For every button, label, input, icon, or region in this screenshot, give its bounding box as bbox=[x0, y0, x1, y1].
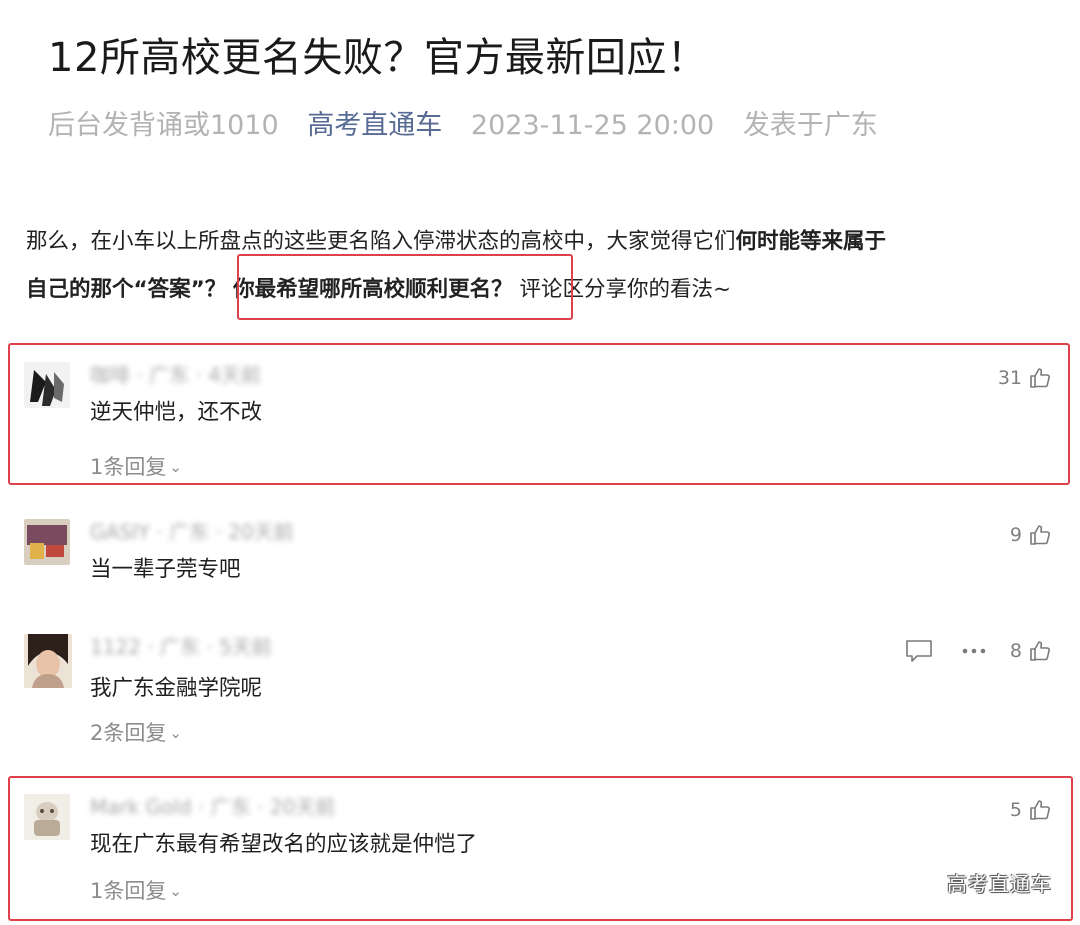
chevron-down-icon: ⌄ bbox=[169, 458, 182, 476]
reply-toggle[interactable]: 1条回复 ⌄ bbox=[90, 452, 182, 482]
avatar[interactable] bbox=[24, 794, 70, 840]
avatar[interactable] bbox=[24, 634, 72, 688]
comment-author[interactable]: GASIY · 广东 · 20天前 bbox=[90, 519, 294, 545]
reply-count: 2条回复 bbox=[90, 721, 167, 745]
comment-actions: 9 bbox=[1010, 523, 1052, 547]
like-icon[interactable] bbox=[1028, 366, 1052, 390]
watermark: 高考直通车 bbox=[947, 872, 1052, 896]
article-paragraph: 那么，在小车以上所盘点的这些更名陷入停滞状态的高校中，大家觉得它们何时能等来属于… bbox=[26, 218, 1056, 314]
more-icon[interactable] bbox=[960, 638, 988, 664]
comment-item: 咖啡 · 广东 · 4天前 逆天仲恺，还不改 1条回复 ⌄ 31 bbox=[20, 362, 1060, 480]
article-meta: 后台发背诵或1010 高考直通车 2023-11-25 20:00 发表于广东 bbox=[48, 106, 898, 146]
comment-text: 我广东金融学院呢 bbox=[90, 676, 263, 701]
like-count: 9 bbox=[1009, 524, 1022, 546]
paragraph-bold-text: 何时能等来属于 bbox=[735, 229, 887, 254]
meta-location: 发表于广东 bbox=[742, 110, 878, 141]
like-count: 5 bbox=[1009, 799, 1022, 821]
avatar[interactable] bbox=[24, 362, 70, 408]
comment-author[interactable]: 1122 · 广东 · 5天前 bbox=[90, 634, 272, 660]
reply-count: 1条回复 bbox=[90, 455, 167, 479]
comment-text: 逆天仲恺，还不改 bbox=[90, 400, 263, 425]
reply-count: 1条回复 bbox=[90, 879, 167, 903]
avatar[interactable] bbox=[24, 519, 70, 565]
chevron-down-icon: ⌄ bbox=[169, 882, 182, 900]
comment-text: 现在广东最有希望改名的应该就是仲恺了 bbox=[90, 832, 478, 857]
paragraph-bold-text: 自己的那个“答案”？ bbox=[26, 277, 227, 302]
comment-text: 当一辈子莞专吧 bbox=[90, 557, 241, 582]
comment-author[interactable]: Mark Gold · 广东 · 20天前 bbox=[90, 794, 335, 820]
meta-datetime: 2023-11-25 20:00 bbox=[470, 110, 715, 141]
like-icon[interactable] bbox=[1028, 798, 1052, 822]
article-page: 12所高校更名失败？官方最新回应！ 后台发背诵或1010 高考直通车 2023-… bbox=[0, 0, 1080, 925]
like-count: 8 bbox=[1009, 640, 1022, 662]
reply-toggle[interactable]: 2条回复 ⌄ bbox=[90, 718, 182, 748]
comment-actions: 31 bbox=[998, 366, 1052, 390]
paragraph-line-1: 那么，在小车以上所盘点的这些更名陷入停滞状态的高校中，大家觉得它们何时能等来属于 bbox=[26, 218, 1056, 266]
comment-bubble-icon[interactable] bbox=[904, 638, 934, 664]
like-icon[interactable] bbox=[1028, 639, 1052, 663]
reply-toggle[interactable]: 1条回复 ⌄ bbox=[90, 876, 182, 906]
comment-item: GASIY · 广东 · 20天前 当一辈子莞专吧 9 bbox=[20, 519, 1060, 599]
paragraph-line-2: 自己的那个“答案”？ 你最希望哪所高校顺利更名？ 评论区分享你的看法~ bbox=[26, 266, 1056, 314]
comment-actions: 5 bbox=[1010, 798, 1052, 822]
account-link[interactable]: 高考直通车 bbox=[307, 110, 442, 141]
highlighted-question: 你最希望哪所高校顺利更名？ bbox=[233, 277, 513, 302]
comment-item: Mark Gold · 广东 · 20天前 现在广东最有希望改名的应该就是仲恺了… bbox=[20, 794, 1060, 912]
paragraph-text: 那么，在小车以上所盘点的这些更名陷入停滞状态的高校中，大家觉得它们 bbox=[26, 229, 736, 254]
meta-tag: 后台发背诵或1010 bbox=[48, 110, 279, 141]
page-title: 12所高校更名失败？官方最新回应！ bbox=[48, 35, 708, 81]
chevron-down-icon: ⌄ bbox=[169, 724, 182, 742]
paragraph-text: 评论区分享你的看法~ bbox=[519, 277, 731, 302]
comment-item: 1122 · 广东 · 5天前 我广东金融学院呢 2条回复 ⌄ 8 bbox=[20, 634, 1060, 752]
comment-author[interactable]: 咖啡 · 广东 · 4天前 bbox=[90, 362, 261, 388]
like-count: 31 bbox=[997, 367, 1022, 389]
comment-actions: 8 bbox=[904, 638, 1052, 664]
like-icon[interactable] bbox=[1028, 523, 1052, 547]
